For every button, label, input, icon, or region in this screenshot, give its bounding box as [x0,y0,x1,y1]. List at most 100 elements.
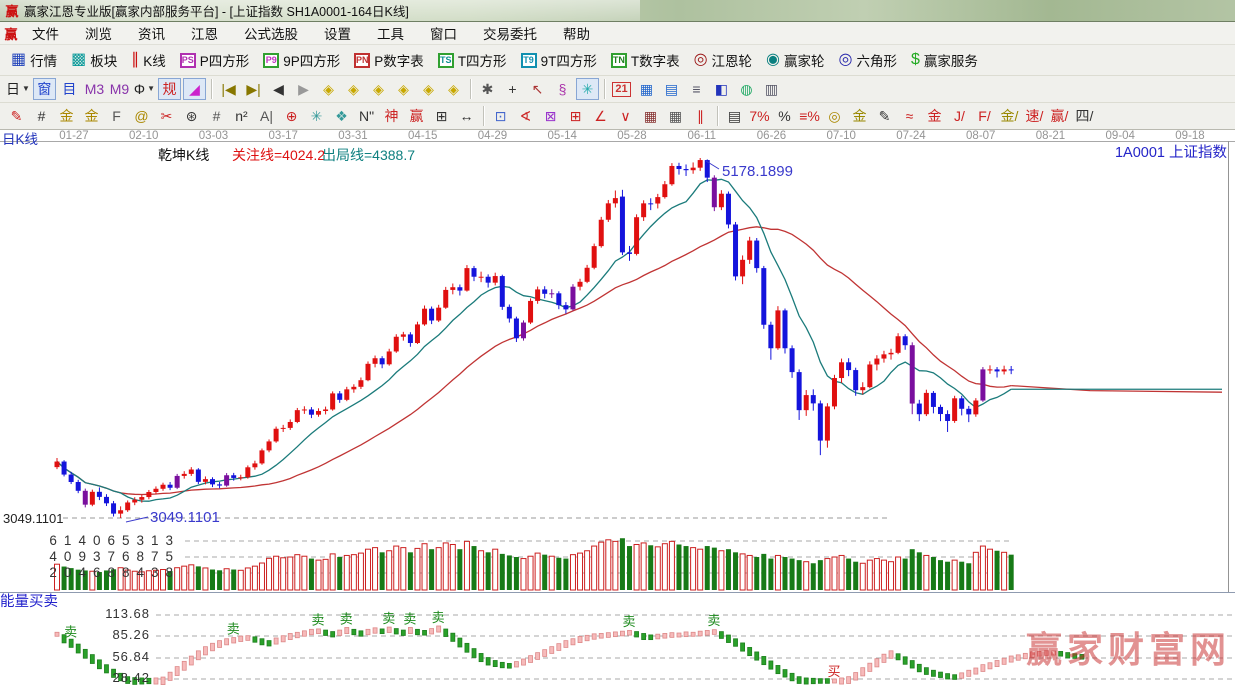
nav-next-button[interactable]: ▶ [292,78,315,100]
nav-prev-button[interactable]: ◀ [267,78,290,100]
hatch-dense-tool[interactable]: # [205,105,228,127]
circle-scale-tool[interactable]: ⊛ [180,105,203,127]
info-list-tool[interactable]: 目 [58,78,81,100]
box-fan-tool[interactable]: ⊠ [539,105,562,127]
gann-wheel-button[interactable]: ◎ 江恩轮 [687,48,759,72]
gold-circle-tool[interactable]: ◎ [823,105,846,127]
box-select-tool[interactable]: ⊡ [489,105,512,127]
grid-web-tool[interactable]: ❖ [330,105,353,127]
h-measure-tool[interactable]: ↔ [455,105,478,127]
marker-knife-tool[interactable]: ✂ [155,105,178,127]
quotes-button[interactable]: ▦ 行情 [4,48,64,72]
menu-item-7[interactable]: 窗口 [417,21,470,45]
percent-7-tool[interactable]: 7% [748,105,771,127]
mirror-tool[interactable]: A| [255,105,278,127]
9t-square-button[interactable]: T9 9T四方形 [514,48,604,72]
titlebar[interactable]: 赢 赢家江恩专业版[赢家内部服务平台] - [上证指数 SH1A0001-164… [0,0,1235,22]
grid-square-2-tool[interactable]: ▦ [664,105,687,127]
export-tool[interactable]: ◍ [735,78,758,100]
winner-wheel-button[interactable]: ◉ 赢家轮 [759,48,831,72]
gold-underline-tool[interactable]: 金 [923,105,946,127]
period-day-selector[interactable]: 日 ▼ [5,78,31,100]
gann-text-tool[interactable]: § [551,78,574,100]
spiral-tool[interactable]: @ [130,105,153,127]
n-wave-tool[interactable]: N" [355,105,378,127]
p-square-button[interactable]: PS P四方形 [173,48,257,72]
hatch-lines-tool[interactable]: # [30,105,53,127]
window-layout-tool[interactable]: 窗 [32,78,56,100]
diamond-compress-tool[interactable]: ◈ [392,78,415,100]
p-number-table-button[interactable]: PN P数字表 [347,48,431,72]
nav-last-button[interactable]: ▶| [242,78,265,100]
gold-line-tool[interactable]: 金/ [998,105,1021,127]
quote-table-tool[interactable]: ▤ [660,78,683,100]
menu-item-8[interactable]: 交易委托 [470,21,550,45]
save-tool[interactable]: ◧ [710,78,733,100]
menu-item-3[interactable]: 江恩 [178,21,231,45]
crosshair-tool[interactable]: + [501,78,524,100]
calendar-21-tool[interactable]: 21 [610,78,633,100]
menu-item-1[interactable]: 浏览 [72,21,125,45]
n-squared-tool[interactable]: n² [230,105,253,127]
colorful-chart-tool[interactable]: ◢ [183,78,207,100]
diamond-fit-tool[interactable]: ◈ [442,78,465,100]
smart-analysis-tool[interactable]: ✳ [576,78,600,100]
note-editor-tool[interactable]: ≡ [685,78,708,100]
box-grid-tool[interactable]: ⊞ [564,105,587,127]
star-web-tool[interactable]: ✳ [305,105,328,127]
print-tool[interactable]: ▥ [760,78,783,100]
j-line-tool[interactable]: J/ [948,105,971,127]
diamond-stretch-h-tool[interactable]: ◈ [367,78,390,100]
menu-item-2[interactable]: 资讯 [125,21,178,45]
grid-square-1-tool[interactable]: ▦ [639,105,662,127]
9p-square-button[interactable]: P9 9P四方形 [256,48,347,72]
pencil-tool[interactable]: ✎ [5,105,28,127]
f-line-tool[interactable]: F/ [973,105,996,127]
win-line-tool[interactable]: 赢/ [1048,105,1071,127]
brush-tool[interactable]: ✎ [873,105,896,127]
fan-lines-tool[interactable]: ∢ [514,105,537,127]
nav-first-button[interactable]: |◀ [217,78,240,100]
period-label[interactable]: 日K线 [2,132,38,148]
percent-line-tool[interactable]: ≡% [798,105,821,127]
level-table-tool[interactable]: ▤ [723,105,746,127]
calculator-tool[interactable]: ▦ [635,78,658,100]
diamond-stretch-v-tool[interactable]: ◈ [417,78,440,100]
menu-item-5[interactable]: 设置 [311,21,364,45]
wave-chart-3-tool[interactable]: M3 [83,78,106,100]
speed-line-tool[interactable]: 速/ [1023,105,1046,127]
t-square-button[interactable]: TS T四方形 [431,48,514,72]
grid-123-tool[interactable]: ⊞ [430,105,453,127]
gold-grid-2-tool[interactable]: 金 [80,105,103,127]
sectors-button[interactable]: ▩ 板块 [64,48,124,72]
menu-item-6[interactable]: 工具 [364,21,417,45]
kline-button[interactable]: ∥ K线 [124,48,173,72]
shen-tool[interactable]: 神 [380,105,403,127]
angle-lines-tool[interactable]: ∠ [589,105,612,127]
ab-wave-tool[interactable]: ≈ [898,105,921,127]
wave-chart-9-tool[interactable]: M9 [108,78,131,100]
menu-item-0[interactable]: 文件 [19,21,72,45]
diamond-zoom-right-tool[interactable]: ◈ [342,78,365,100]
kline-type-label[interactable]: 乾坤K线 [158,147,209,163]
gold-hline-tool[interactable]: 金 [848,105,871,127]
diamond-zoom-left-tool[interactable]: ◈ [317,78,340,100]
gann-circle-tool[interactable]: ⊕ [280,105,303,127]
candle-style-selector[interactable]: Φ ▼ [133,78,156,100]
gann-rule-tool[interactable]: 规 [158,78,182,100]
measure-arrow-tool[interactable]: ↖ [526,78,549,100]
ying-tool[interactable]: 赢 [405,105,428,127]
parallel-lines-tool[interactable]: ∥ [689,105,712,127]
winner-service-button[interactable]: $ 赢家服务 [904,48,985,72]
check-wave-tool[interactable]: ∨ [614,105,637,127]
pan-hand-tool[interactable]: ✱ [476,78,499,100]
four-line-tool[interactable]: 四/ [1073,105,1096,127]
kline-chart-canvas[interactable]: 01-27 02-10 03-03 03-17 03-31 04-15 04-29 05-14… [0,130,1235,685]
f-grid-tool[interactable]: F [105,105,128,127]
menu-item-9[interactable]: 帮助 [550,21,603,45]
gold-grid-1-tool[interactable]: 金 [55,105,78,127]
percent-tool[interactable]: % [773,105,796,127]
menu-item-4[interactable]: 公式选股 [231,21,311,45]
t-number-table-button[interactable]: TN T数字表 [604,48,687,72]
hexagon-button[interactable]: ◎ 六角形 [832,48,904,72]
